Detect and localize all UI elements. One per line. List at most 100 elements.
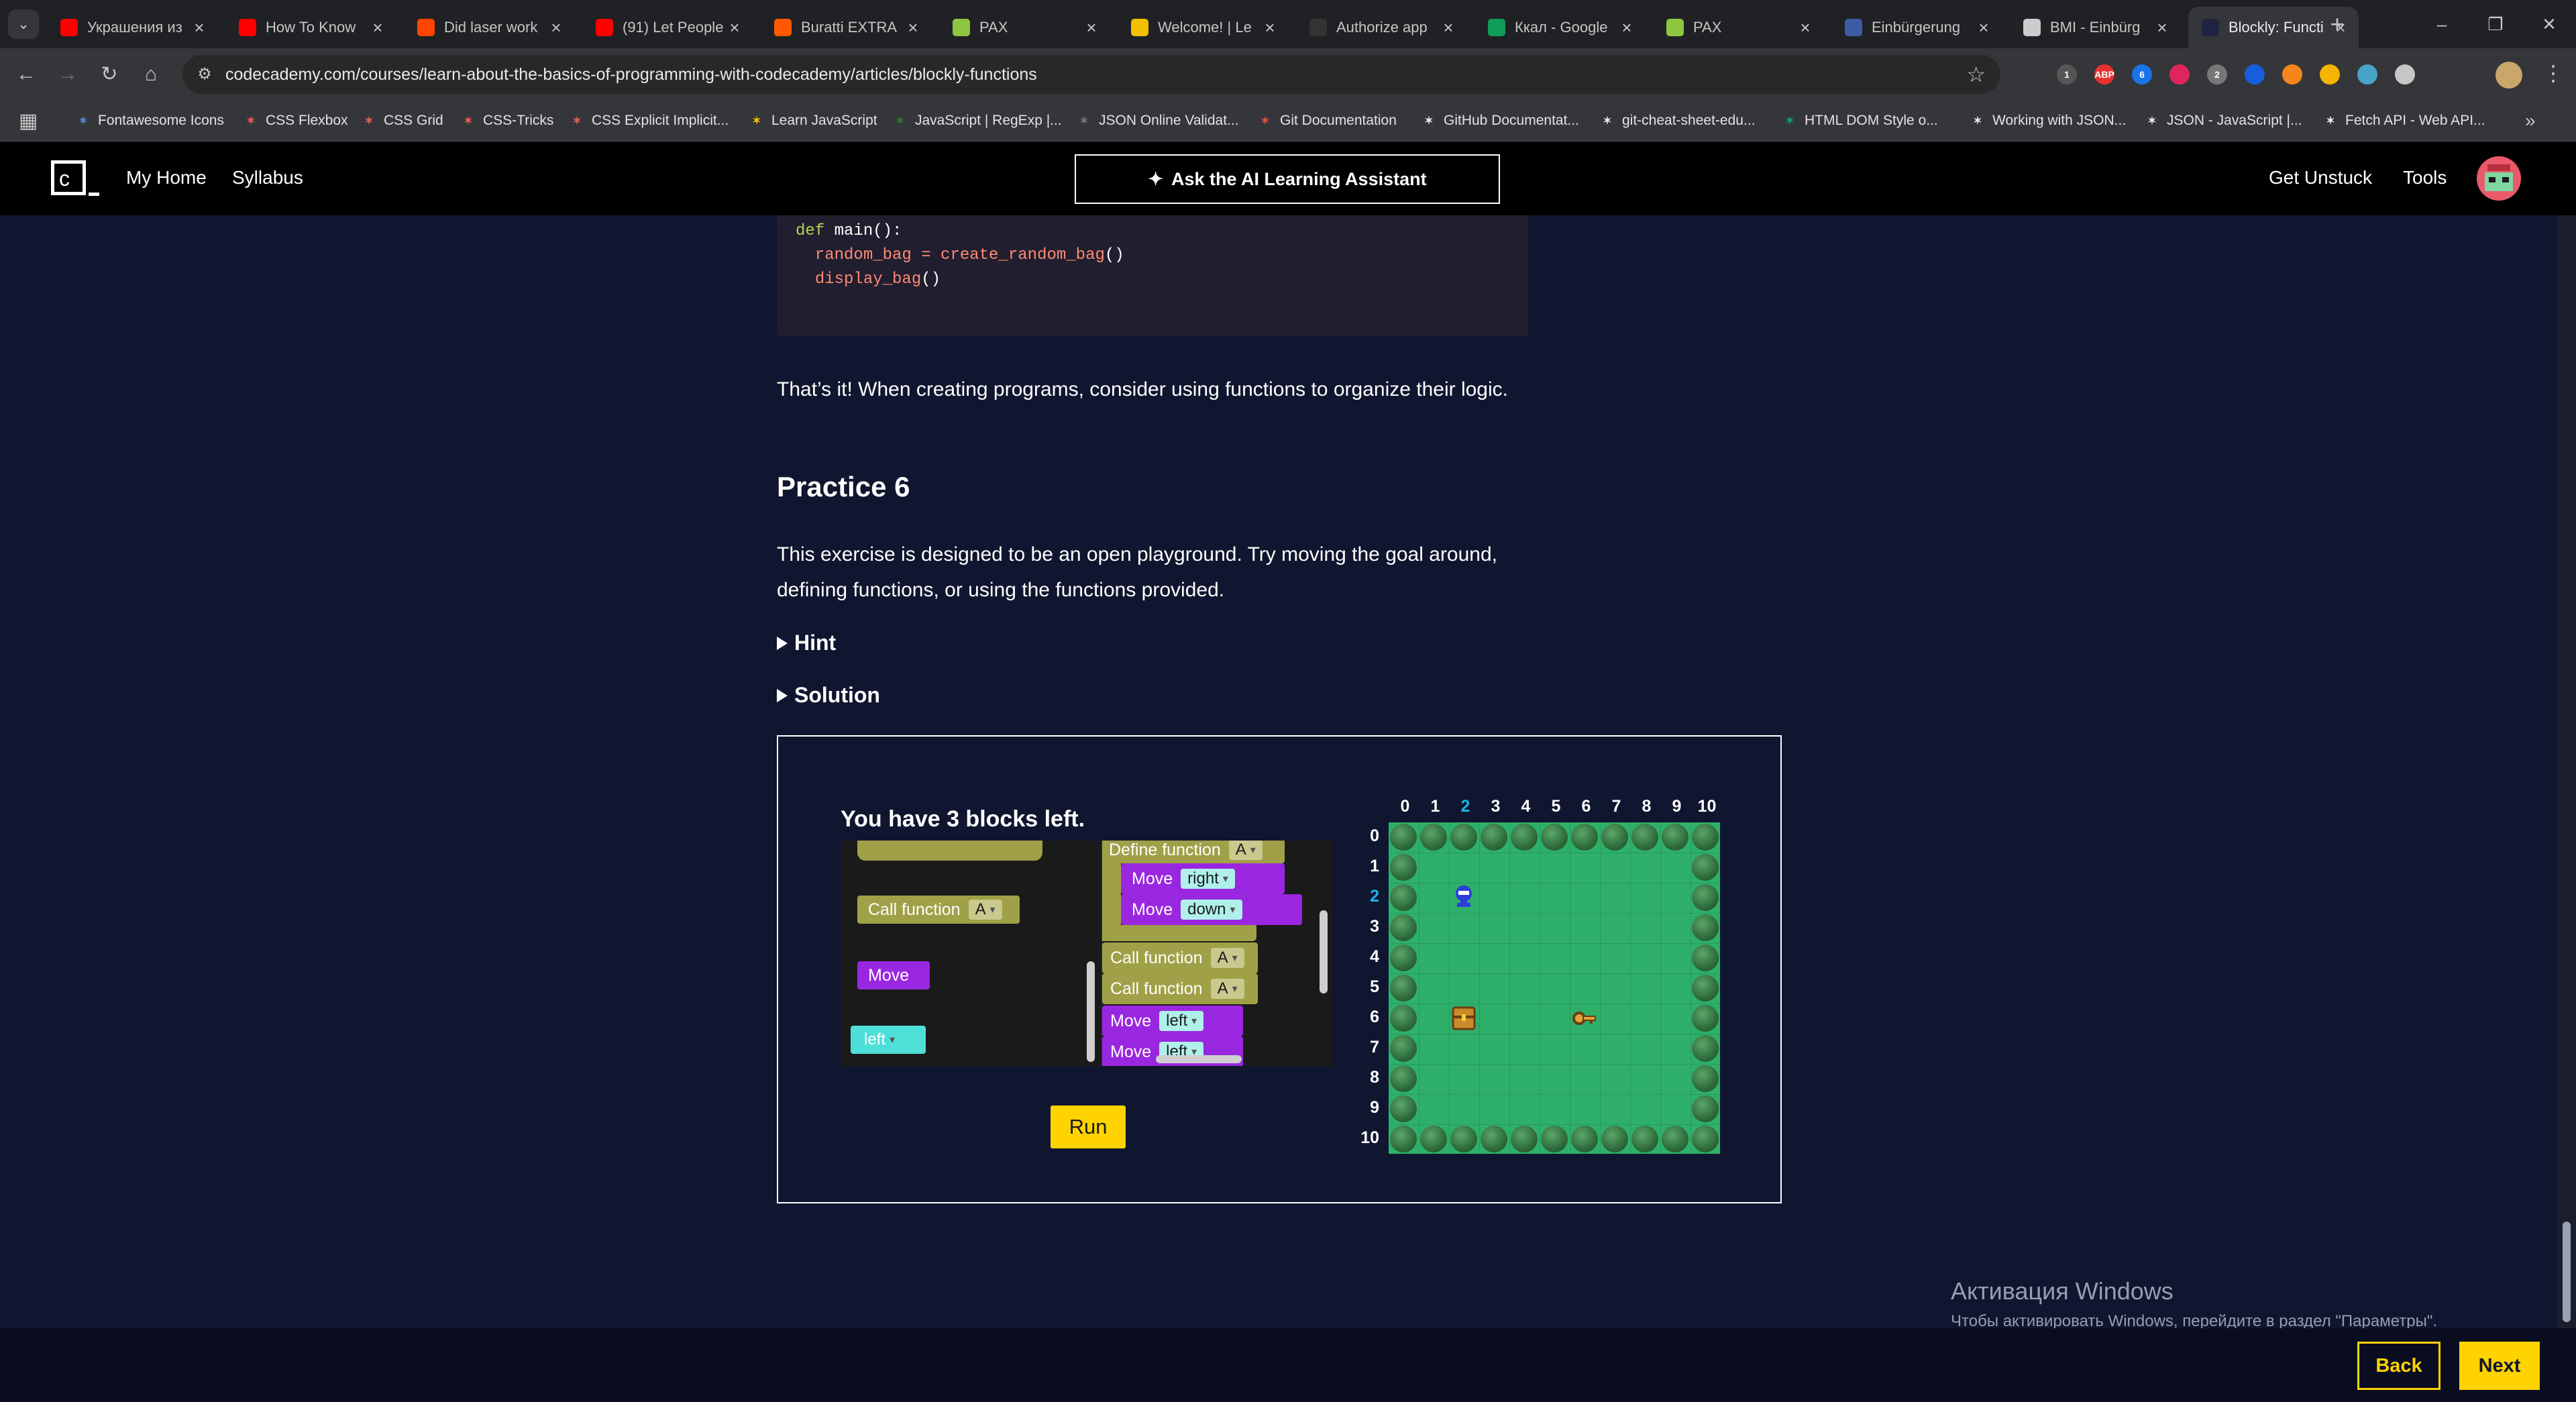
restore-button[interactable]: ❐ [2475,9,2516,39]
bookmark-star-icon[interactable]: ☆ [1966,62,1986,87]
close-tab-icon[interactable]: × [1081,17,1102,38]
site-settings-icon[interactable]: ⚙ [195,64,215,85]
extension-cyan-icon[interactable] [2357,64,2377,85]
function-dropdown[interactable]: A [1210,948,1244,968]
next-button[interactable]: Next [2459,1342,2540,1390]
extension-2-icon[interactable]: 2 [2207,64,2227,85]
adblock-icon[interactable]: ABP [2094,64,2114,85]
move-block[interactable]: Move left [1102,1006,1243,1036]
user-avatar[interactable] [2477,156,2521,201]
bookmark-item[interactable]: ✶ CSS Grid [361,101,443,141]
bookmark-item[interactable]: ✶ GitHub Documentat... [1421,101,1579,141]
browser-tab[interactable]: Einbürgerung × [1831,7,2002,48]
browser-tab[interactable]: Ккал - Google × [1474,7,1645,48]
browser-tab[interactable]: (91) Let People × [582,7,753,48]
metamask-icon[interactable] [2282,64,2302,85]
call-function-block[interactable]: Call function A [1102,942,1258,973]
back-button[interactable]: Back [2357,1342,2440,1390]
close-tab-icon[interactable]: × [1974,17,1994,38]
toolbox-direction-block[interactable]: left [851,1026,926,1054]
browser-tab[interactable]: PAX × [939,7,1110,48]
minimize-button[interactable]: – [2422,9,2462,39]
puzzle-icon[interactable] [2395,64,2415,85]
bookmark-item[interactable]: ✶ CSS Explicit Implicit... [569,101,729,141]
bookmark-item[interactable]: ✶ JSON - JavaScript |... [2144,101,2302,141]
bookmark-item[interactable]: ✶ Git Documentation [1257,101,1397,141]
profile-avatar[interactable] [2496,62,2522,89]
close-tab-icon[interactable]: × [368,17,388,38]
extension-pink-icon[interactable] [2169,64,2190,85]
toolbox-define-block-bottom[interactable] [857,841,1042,861]
bookmark-item[interactable]: ✶ git-cheat-sheet-edu... [1599,101,1755,141]
define-function-block[interactable]: Define function A [1102,841,1285,863]
bookmarks-overflow-icon[interactable]: » [2525,101,2536,141]
close-window-button[interactable]: ✕ [2529,9,2569,39]
address-bar[interactable]: ⚙ codecademy.com/courses/learn-about-the… [182,55,2000,94]
call-function-block[interactable]: Call function A [1102,973,1258,1004]
new-tab-button[interactable]: + [2324,9,2351,39]
browser-tab[interactable]: Authorize app × [1296,7,1466,48]
bookmark-item[interactable]: ✶ Learn JavaScript [749,101,877,141]
close-tab-icon[interactable]: × [1795,17,1815,38]
nav-get-unstuck[interactable]: Get Unstuck [2269,167,2372,188]
bookmark-item[interactable]: ✶ Fontawesome Icons [75,101,224,141]
extension-yellow-icon[interactable] [2320,64,2340,85]
solution-toggle[interactable]: Solution [777,683,880,708]
reload-icon[interactable]: ↻ [94,59,125,90]
direction-dropdown[interactable]: right [1181,869,1235,889]
browser-tab[interactable]: How To Know × [225,7,396,48]
bookmark-item[interactable]: ✶ CSS-Tricks [460,101,553,141]
browser-tab[interactable]: Украшения из × [47,7,217,48]
home-icon[interactable]: ⌂ [136,59,166,90]
bookmark-item[interactable]: ✶ JavaScript | RegExp |... [892,101,1061,141]
close-tab-icon[interactable]: × [546,17,566,38]
browser-tab[interactable]: BMI - Einbürg × [2010,7,2180,48]
nav-tools[interactable]: Tools [2403,167,2447,188]
browser-tab[interactable]: Did laser work × [404,7,574,48]
codecademy-logo[interactable]: c [51,160,86,195]
toolbox-scrollbar[interactable] [1087,961,1095,1062]
page-scrollbar-thumb[interactable] [2563,1222,2571,1322]
close-tab-icon[interactable]: × [724,17,745,38]
bitwarden-icon[interactable] [2245,64,2265,85]
move-block[interactable]: Move right [1121,863,1285,894]
nav-syllabus[interactable]: Syllabus [232,167,303,188]
extension-6-icon[interactable]: 6 [2132,64,2152,85]
close-tab-icon[interactable]: × [2152,17,2172,38]
forward-arrow-icon[interactable]: → [52,59,83,90]
bookmark-item[interactable]: ✶ JSON Online Validat... [1076,101,1238,141]
close-tab-icon[interactable]: × [1617,17,1637,38]
toolbox-move-block[interactable]: Move [857,961,930,989]
bookmark-item[interactable]: ✶ Fetch API - Web API... [2322,101,2485,141]
direction-dropdown[interactable]: left [1159,1011,1204,1031]
ask-ai-assistant-button[interactable]: ✦ Ask the AI Learning Assistant [1075,154,1500,204]
move-block[interactable]: Move down [1121,894,1302,925]
nav-my-home[interactable]: My Home [126,167,207,188]
function-dropdown[interactable]: A [968,900,1002,920]
browser-tab[interactable]: Welcome! | Le × [1118,7,1288,48]
page-scrollbar[interactable] [2557,215,2576,1328]
workspace-vertical-scrollbar[interactable] [1320,910,1328,993]
bookmark-item[interactable]: ✶ HTML DOM Style o... [1782,101,1937,141]
define-function-dropdown[interactable]: A [1228,841,1263,860]
close-tab-icon[interactable]: × [1260,17,1280,38]
function-dropdown[interactable]: A [1210,979,1244,999]
close-tab-icon[interactable]: × [903,17,923,38]
tab-search-button[interactable]: ⌄ [8,9,39,39]
run-button[interactable]: Run [1051,1106,1126,1148]
hint-toggle[interactable]: Hint [777,631,836,655]
bookmark-item[interactable]: ✶ CSS Flexbox [243,101,347,141]
close-tab-icon[interactable]: × [1438,17,1458,38]
workspace-horizontal-scrollbar[interactable] [1156,1055,1242,1063]
apps-grid-icon[interactable]: ▦ [19,101,38,141]
browser-tab[interactable]: PAX × [1653,7,1823,48]
bookmark-label: git-cheat-sheet-edu... [1622,113,1756,128]
back-arrow-icon[interactable]: ← [11,59,42,90]
toolbox-call-function-block[interactable]: Call function A [857,896,1020,924]
direction-dropdown[interactable]: down [1181,900,1242,920]
close-tab-icon[interactable]: × [189,17,209,38]
bookmark-item[interactable]: ✶ Working with JSON... [1970,101,2126,141]
extension-1-icon[interactable]: 1 [2057,64,2077,85]
chrome-menu-icon[interactable]: ⋮ [2542,60,2564,86]
browser-tab[interactable]: Buratti EXTRA × [761,7,931,48]
